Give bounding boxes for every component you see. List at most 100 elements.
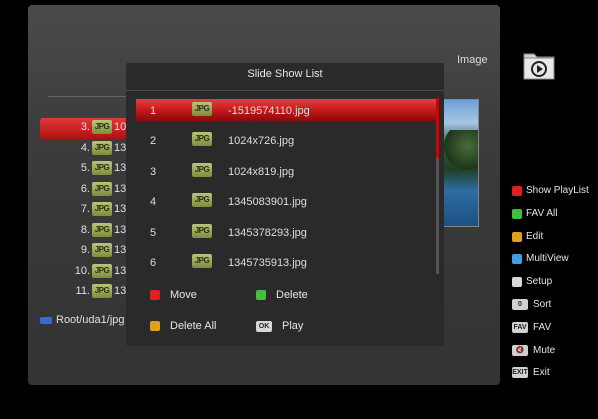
legend-label: MultiView (526, 253, 569, 265)
delete-all-label: Delete All (170, 320, 217, 332)
slide-item[interactable]: 2 JPG 1024x726.jpg (136, 129, 436, 160)
delete-action[interactable]: Delete (256, 289, 308, 301)
blue-key-icon (512, 254, 522, 265)
jpg-icon: JPG (92, 202, 112, 216)
file-row-name: 13 (114, 223, 127, 236)
slide-item[interactable]: 3 JPG 1024x819.jpg (136, 160, 436, 191)
slide-filename: -1519574110.jpg (228, 105, 310, 117)
file-row-number: 7. (80, 203, 90, 215)
jpg-icon: JPG (192, 193, 212, 207)
slide-filename: 1024x726.jpg (228, 135, 295, 147)
usb-drive-icon (40, 316, 52, 324)
file-row[interactable]: 8. JPG 13 (40, 221, 130, 242)
file-row-name: 13 (114, 141, 127, 154)
current-path: Root/uda1/jpg (40, 314, 125, 326)
path-text: Root/uda1/jpg (56, 314, 125, 326)
mute-key-icon: 🔇 (512, 344, 528, 356)
jpg-icon: JPG (192, 254, 212, 268)
file-list: 3. JPG 10 4. JPG 13 5. JPG 13 6. JPG 13 … (40, 118, 130, 303)
jpg-icon: JPG (92, 181, 112, 196)
jpg-icon: JPG (92, 140, 112, 155)
file-row[interactable]: 10. JPG 13 (40, 262, 130, 283)
section-title: Image (457, 54, 488, 66)
file-row-number: 8. (80, 223, 90, 236)
legend-label: FAV All (526, 207, 558, 219)
jpg-icon: JPG (92, 284, 112, 298)
red-key-icon (150, 290, 160, 301)
green-key-icon (256, 290, 266, 301)
file-row[interactable]: 4. JPG 13 (40, 139, 130, 160)
file-row-number: 11. (75, 285, 90, 297)
legend-label: Show PlayList (526, 185, 589, 196)
folder-play-icon[interactable] (522, 48, 556, 82)
zero-key-icon: 0 (512, 298, 528, 310)
dialog-divider (126, 90, 444, 91)
file-row-number: 3. (80, 121, 90, 133)
move-label: Move (170, 289, 197, 301)
slide-item[interactable]: 5 JPG 1345378293.jpg (136, 221, 436, 252)
file-row-name: 13 (114, 162, 127, 174)
legend-label: Edit (526, 230, 544, 242)
legend-label: FAV (533, 321, 552, 333)
slide-list-scrollbar[interactable] (436, 98, 439, 274)
file-row[interactable]: 6. JPG 13 (40, 180, 130, 201)
slide-filename: 1024x819.jpg (228, 165, 295, 178)
jpg-icon: JPG (192, 223, 212, 238)
file-row[interactable]: 5. JPG 13 (40, 159, 130, 180)
file-row-name: 13 (114, 285, 127, 297)
delete-all-action[interactable]: Delete All (150, 320, 216, 332)
fav-key-icon: FAV (512, 321, 528, 333)
image-preview (443, 99, 479, 227)
delete-label: Delete (276, 289, 308, 301)
legend-label: Exit (533, 367, 550, 379)
divider (48, 96, 128, 97)
jpg-icon: JPG (92, 263, 112, 278)
exit-key-icon: EXIT (512, 367, 528, 379)
file-row[interactable]: 9. JPG 13 (40, 241, 130, 262)
yellow-key-icon (150, 321, 160, 332)
jpg-icon: JPG (92, 120, 112, 134)
slide-index: 2 (150, 135, 157, 147)
dialog-title: Slide Show List (247, 68, 323, 80)
file-row-number: 6. (80, 182, 90, 195)
green-key-icon (512, 208, 522, 219)
jpg-icon: JPG (192, 132, 212, 146)
file-row[interactable]: 11. JPG 13 (40, 282, 130, 303)
file-row-number: 5. (80, 162, 90, 174)
slide-index: 1 (150, 105, 157, 117)
legend-label: Sort (533, 298, 552, 310)
red-key-icon (512, 186, 522, 196)
file-row-number: 4. (80, 141, 90, 154)
file-row-name: 13 (114, 182, 127, 195)
white-key-icon (512, 277, 522, 288)
file-row-name: 10 (114, 121, 127, 133)
move-action[interactable]: Move (150, 289, 197, 301)
slide-show-list-dialog: Slide Show List 1 JPG -1519574110.jpg 2 … (126, 63, 444, 346)
jpg-icon: JPG (192, 162, 212, 177)
scrollbar-thumb[interactable] (436, 98, 439, 158)
slide-list: 1 JPG -1519574110.jpg 2 JPG 1024x726.jpg… (136, 99, 436, 282)
legend-label: Setup (526, 276, 553, 288)
jpg-icon: JPG (92, 222, 112, 237)
play-action[interactable]: OK Play (256, 320, 303, 332)
slide-index: 3 (150, 165, 157, 178)
jpg-icon: JPG (92, 161, 112, 175)
slide-filename: 1345083901.jpg (228, 196, 307, 208)
yellow-key-icon (512, 231, 522, 242)
ok-key-icon: OK (256, 320, 272, 332)
file-row[interactable]: 7. JPG 13 (40, 200, 130, 221)
slide-filename: 1345378293.jpg (228, 226, 307, 239)
play-label: Play (282, 320, 304, 332)
file-row-number: 10. (74, 264, 90, 277)
jpg-icon: JPG (92, 243, 112, 257)
slide-index: 6 (150, 257, 157, 269)
legend-label: Mute (533, 344, 556, 356)
file-row-name: 13 (114, 264, 127, 277)
slide-filename: 1345735913.jpg (228, 257, 307, 269)
file-row[interactable]: 3. JPG 10 (40, 118, 130, 139)
slide-item[interactable]: 6 JPG 1345735913.jpg (136, 251, 436, 282)
slide-index: 5 (150, 226, 157, 239)
slide-item[interactable]: 4 JPG 1345083901.jpg (136, 190, 436, 221)
file-row-number: 9. (80, 244, 90, 256)
slide-item[interactable]: 1 JPG -1519574110.jpg (136, 99, 436, 121)
